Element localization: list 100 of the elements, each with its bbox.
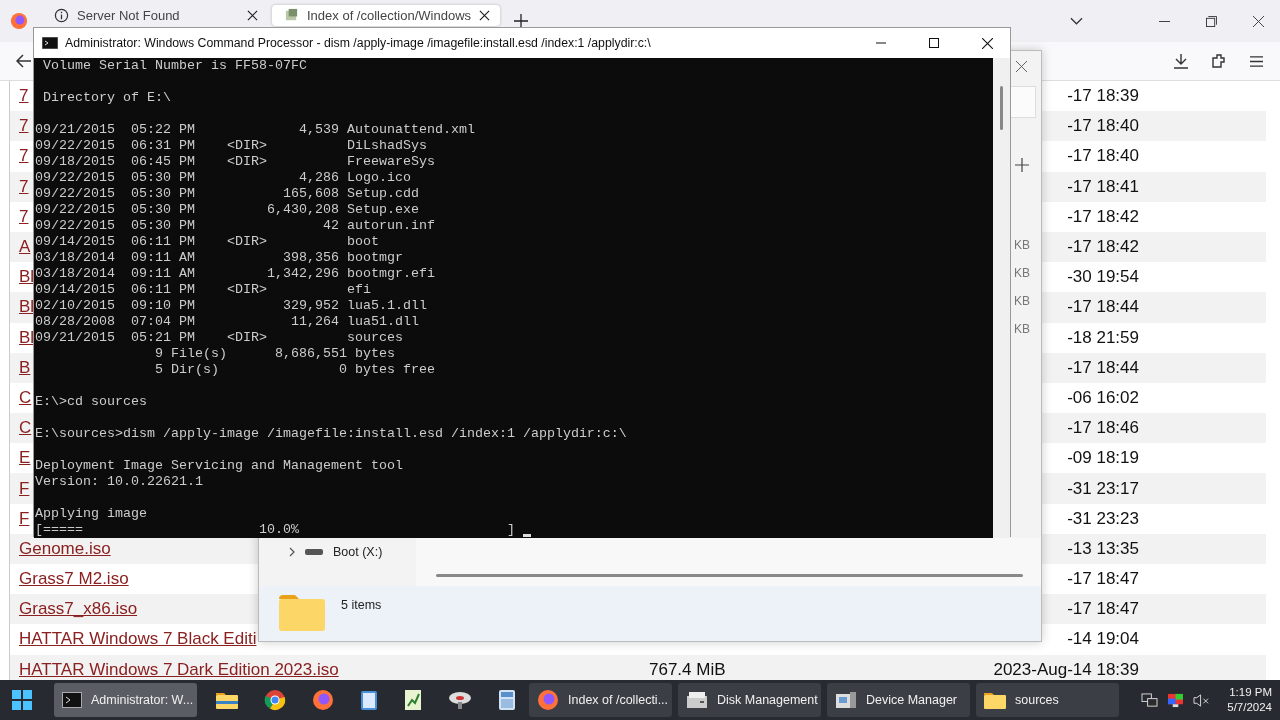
taskbar-button[interactable]: Administrator: W...: [54, 683, 197, 717]
extensions-icon[interactable]: [1211, 53, 1227, 69]
item-count-text: 5 items: [341, 598, 382, 612]
file-link[interactable]: Grass7 M2.iso: [19, 571, 129, 588]
size-unit-text: KB: [1014, 266, 1030, 280]
date-text: -17 18:41: [1067, 176, 1139, 196]
notepad-icon[interactable]: [360, 689, 378, 711]
scrollbar-thumb[interactable]: [1000, 86, 1003, 130]
chevron-down-icon[interactable]: [1070, 17, 1083, 25]
size-unit-text: KB: [1014, 238, 1030, 252]
clock[interactable]: 1:19 PM 5/7/2024: [1227, 685, 1272, 715]
text-cursor: [523, 534, 531, 537]
disk-icon[interactable]: [448, 690, 472, 710]
maximize-icon: [929, 38, 939, 48]
date-text: -17 18:40: [1067, 116, 1139, 136]
download-icon[interactable]: [1173, 53, 1189, 69]
back-arrow-icon[interactable]: [16, 54, 32, 68]
chevron-right-icon: [289, 547, 295, 557]
date-text: -31 23:17: [1067, 478, 1139, 498]
console-line: Deployment Image Servicing and Management tool: [35, 458, 403, 474]
speaker-muted-icon[interactable]: [1193, 692, 1211, 708]
date-text: -17 18:39: [1067, 86, 1139, 106]
date-text: 2023-Aug-14 18:39: [993, 659, 1139, 679]
plus-icon[interactable]: [1015, 158, 1029, 172]
date-text: -17 18:47: [1067, 599, 1139, 619]
folder-icon[interactable]: [216, 691, 238, 709]
date-text: -17 18:42: [1067, 237, 1139, 257]
close-icon[interactable]: [479, 10, 491, 21]
file-link[interactable]: 7: [19, 178, 29, 195]
file-link[interactable]: HATTAR Windows 7 Black Editi: [19, 631, 257, 648]
date-text: -18 21:59: [1067, 327, 1139, 347]
close-icon[interactable]: [247, 10, 258, 21]
browser-tab[interactable]: Index of /collection/Windows: [272, 5, 501, 26]
drive-icon: [686, 691, 708, 709]
calculator-icon[interactable]: [498, 689, 516, 711]
scrollbar[interactable]: [436, 574, 1023, 577]
window-title: Administrator: Windows Command Processor - dism /apply-image /imagefile:install.esd /index:1 /applydir:c:\: [65, 36, 651, 50]
browser-icon[interactable]: [264, 689, 286, 711]
console-line: 09/14/2015 06:11 PM <DIR> efi: [35, 282, 371, 298]
taskbar-button[interactable]: Device Manager: [827, 683, 970, 717]
date-text: -13 13:35: [1067, 538, 1139, 558]
document-icon[interactable]: [404, 689, 422, 711]
console-line: 02/10/2015 09:10 PM 329,952 lua5.1.dll: [35, 298, 427, 314]
size-text: 767.4 MiB: [649, 659, 726, 679]
console-line: 09/21/2015 05:21 PM <DIR> sources: [35, 330, 403, 346]
console-line: Directory of E:\: [42, 90, 171, 106]
file-link[interactable]: HATTAR Windows 7 Dark Edition 2023.iso: [19, 661, 339, 678]
file-link[interactable]: B: [19, 359, 31, 376]
tree-item[interactable]: Boot (X:): [259, 545, 416, 559]
file-link[interactable]: Genome.iso: [19, 540, 111, 557]
browser-logo-icon[interactable]: [10, 12, 28, 30]
file-link[interactable]: 7: [19, 88, 29, 105]
taskbar-button[interactable]: Index of /collecti...: [529, 683, 672, 717]
file-link[interactable]: F: [19, 510, 30, 527]
console-line: [===== 10.0% ]: [35, 522, 515, 538]
new-tab-icon[interactable]: [514, 14, 529, 28]
taskbar-button[interactable]: sources: [976, 683, 1119, 717]
file-link[interactable]: Bl: [19, 329, 35, 346]
display-icon[interactable]: [1167, 692, 1185, 708]
date-text: -09 18:19: [1067, 448, 1139, 468]
browser-tab[interactable]: Server Not Found: [42, 5, 268, 26]
file-link[interactable]: E: [19, 450, 31, 467]
date-text: -17 18:40: [1067, 146, 1139, 166]
console-line: 09/21/2015 05:22 PM 4,539 Autounattend.xml: [35, 122, 475, 138]
browser-icon: [537, 689, 559, 711]
console-line: 09/14/2015 06:11 PM <DIR> boot: [35, 234, 379, 250]
taskbar-button[interactable]: Disk Management: [678, 683, 821, 717]
console-line: E:\sources>dism /apply-image /imagefile:install.esd /index:1 /applydir:c:\: [35, 426, 627, 442]
console-line: 9 File(s) 8,686,551 bytes: [153, 346, 395, 362]
file-link[interactable]: C: [19, 389, 32, 406]
date-text: -30 19:54: [1067, 267, 1139, 287]
file-link[interactable]: Grass7_x86.iso: [19, 601, 138, 618]
file-link[interactable]: Bl: [19, 269, 35, 286]
file-link[interactable]: C: [19, 420, 32, 437]
file-link[interactable]: 7: [19, 208, 29, 225]
restore-icon[interactable]: [1206, 15, 1217, 27]
date-text: -17 18:42: [1067, 206, 1139, 226]
menu-icon[interactable]: [1249, 54, 1264, 68]
date-text: -17 18:46: [1067, 418, 1139, 438]
date-text: -31 23:23: [1067, 508, 1139, 528]
file-link[interactable]: Bl: [19, 299, 35, 316]
console-line: 09/22/2015 05:30 PM 4,286 Logo.ico: [35, 170, 411, 186]
file-link[interactable]: A: [19, 239, 31, 256]
network-icon[interactable]: [1141, 692, 1159, 708]
folder-icon: [279, 595, 325, 631]
page-icon: [284, 8, 299, 23]
browser-icon[interactable]: [312, 689, 334, 711]
file-link[interactable]: F: [19, 480, 30, 497]
console-line: E:\>cd sources: [35, 394, 147, 410]
start-icon[interactable]: [12, 690, 32, 710]
size-unit-text: KB: [1014, 294, 1030, 308]
date-text: -06 16:02: [1067, 387, 1139, 407]
file-link[interactable]: 7: [19, 118, 29, 135]
close-icon[interactable]: [1253, 15, 1264, 27]
date-text: -17 18:44: [1067, 357, 1139, 377]
console-line: 09/22/2015 05:30 PM 42 autorun.inf: [35, 218, 435, 234]
console-line: 09/18/2015 06:45 PM <DIR> FreewareSys: [35, 154, 435, 170]
search-field[interactable]: [1011, 86, 1036, 118]
console-line: 03/18/2014 09:11 AM 1,342,296 bootmgr.efi: [35, 266, 435, 282]
file-link[interactable]: 7: [19, 148, 29, 165]
